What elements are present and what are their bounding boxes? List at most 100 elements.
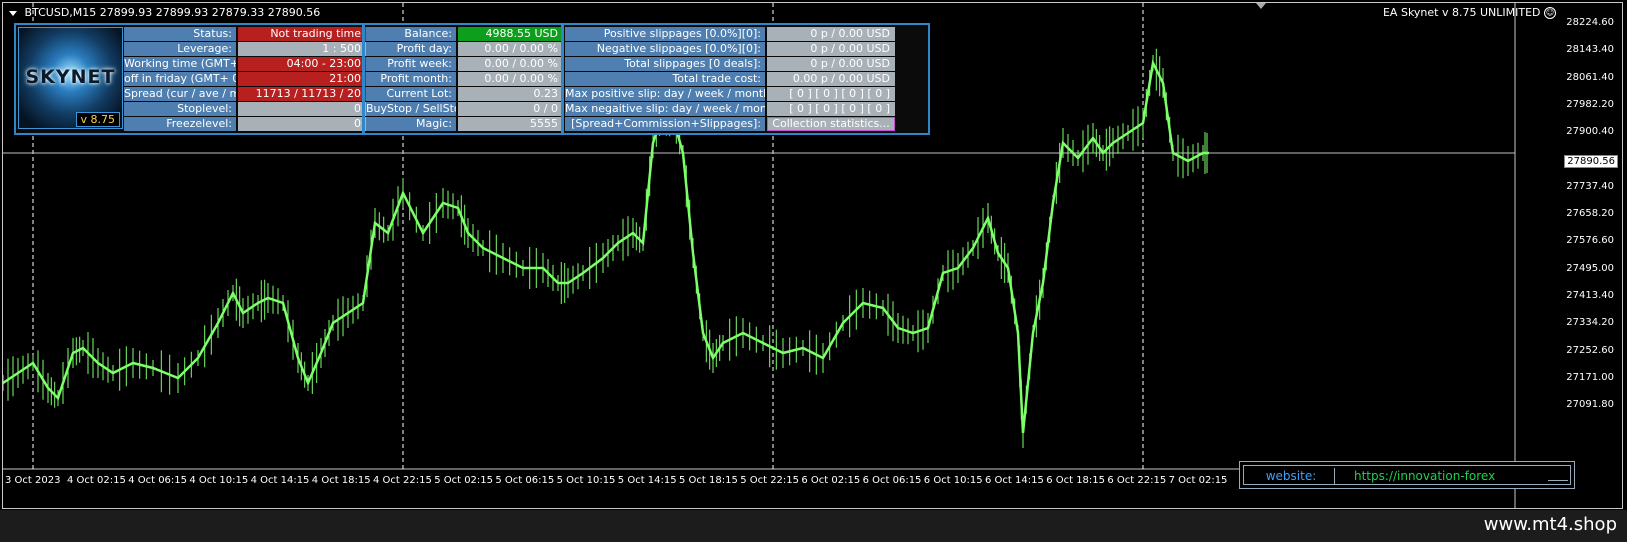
price-tick-label: 27737.40	[1566, 180, 1614, 192]
panel-column-account: Balance: 4988.55 USD Profit day: 0.00 / 0.0…	[366, 27, 563, 132]
panel-column-status: Status: Not trading time Leverage: 1 : 500 W…	[124, 27, 366, 132]
time-tick-label: 4 Oct 10:15	[189, 475, 249, 486]
panel-row-value: [ 0 ] [ 0 ] [ 0 ] [ 0 ]	[767, 87, 895, 101]
price-tick-label: 27900.40	[1566, 126, 1614, 138]
price-tick-label: 28143.40	[1566, 44, 1614, 56]
panel-divider	[561, 25, 564, 133]
website-label: website:	[1248, 468, 1335, 484]
panel-row-label: BuyStop / SellStop:	[366, 102, 456, 116]
panel-row-value: 0.00 / 0.00 %	[458, 72, 563, 86]
price-tick-label: 27576.60	[1566, 235, 1614, 247]
price-tick-label: 27171.00	[1566, 371, 1614, 383]
panel-divider	[362, 25, 365, 133]
panel-row: Profit day: 0.00 / 0.00 %	[366, 42, 563, 56]
time-tick-label: 4 Oct 14:15	[250, 475, 310, 486]
panel-row: Leverage: 1 : 500	[124, 42, 366, 56]
panel-row: Max positive slip: day / week / month / …	[565, 87, 895, 101]
ea-title: EA Skynet v 8.75 UNLIMITED ☺	[1383, 6, 1556, 19]
time-tick-label: 5 Oct 06:15	[495, 475, 555, 486]
website-url[interactable]: https://innovation-forex	[1354, 468, 1495, 484]
panel-row-label: Max positive slip: day / week / month / …	[565, 87, 765, 101]
panel-row-value: 0.00 / 0.00 %	[458, 57, 563, 71]
price-tick-label: 27334.20	[1566, 317, 1614, 329]
ohlc-label: 27899.93 27899.93 27879.33 27890.56	[99, 6, 321, 19]
price-tick-label: 28224.60	[1566, 17, 1614, 28]
price-tick-label: 27252.60	[1566, 344, 1614, 356]
ea-title-text: EA Skynet v 8.75 UNLIMITED	[1382, 6, 1541, 19]
panel-row-label: Negative slippages [0.0%][0]:	[565, 42, 765, 56]
panel-row: Total trade cost: 0.00 p / 0.00 USD	[565, 72, 895, 86]
website-box: website: https://innovation-forex	[1239, 461, 1575, 489]
logo-text: SKYNET	[25, 66, 116, 88]
time-tick-label: 7 Oct 02:15	[1168, 475, 1228, 486]
panel-row-value: 21:00	[238, 72, 366, 86]
panel-row-value: 0 p / 0.00 USD	[767, 27, 895, 41]
panel-row: Positive slippages [0.0%][0]: 0 p / 0.00 …	[565, 27, 895, 41]
time-tick-label: 4 Oct 22:15	[373, 475, 432, 486]
panel-row: Spread (cur / ave / max):11713 / 11713 /…	[124, 87, 366, 101]
panel-row: BuyStop / SellStop:0 / 0	[366, 102, 563, 116]
symbol-label: BTCUSD,M15	[24, 6, 97, 19]
time-tick-label: 5 Oct 18:15	[679, 475, 738, 486]
panel-row-value: 1 : 500	[238, 42, 366, 56]
panel-row-label: Total slippages [0 deals]:	[565, 57, 765, 71]
panel-row-label: Max negaitive slip: day / week / month /…	[565, 102, 765, 116]
time-tick-label: 4 Oct 06:15	[128, 475, 188, 486]
panel-row-label: [Spread+Commission+Slippages]:	[565, 117, 765, 131]
price-tick-label: 28061.40	[1566, 71, 1614, 83]
panel-row-label: Status:	[124, 27, 236, 41]
time-tick-label: 5 Oct 14:15	[617, 475, 677, 486]
panel-row-label: Stoplevel:	[124, 102, 236, 116]
panel-row: Status: Not trading time	[124, 27, 366, 41]
panel-row-label: Freezelevel:	[124, 117, 236, 131]
panel-row-value: 04:00 - 23:00	[238, 57, 366, 71]
time-tick-label: 3 Oct 2023	[5, 475, 61, 486]
panel-row-value: 0.23	[458, 87, 563, 101]
panel-row-value: 0	[238, 117, 366, 131]
smiley-icon[interactable]: ☺	[1544, 7, 1556, 19]
time-tick-label: 5 Oct 10:15	[556, 475, 616, 486]
skynet-logo: SKYNET v 8.75	[18, 27, 123, 129]
panel-row-value: 4988.55 USD	[458, 27, 563, 41]
collection-statistics-button[interactable]: Collection statistics...	[767, 117, 895, 131]
panel-row-value: Not trading time	[238, 27, 366, 41]
panel-row: [Spread+Commission+Slippages]: Collection…	[565, 117, 895, 131]
time-tick-label: 6 Oct 14:15	[985, 475, 1044, 486]
panel-row: Magic: 5555	[366, 117, 563, 131]
ea-info-panel: SKYNET v 8.75 Status: Not trading time Lev…	[14, 23, 930, 135]
collapse-arrow-icon[interactable]	[9, 10, 17, 16]
price-tick-label: 27413.40	[1566, 290, 1614, 301]
panel-row-label: Profit day:	[366, 42, 456, 56]
time-tick-label: 6 Oct 06:15	[862, 475, 922, 486]
chart-window[interactable]: BTCUSD,M15 27899.93 27899.93 27879.33 27…	[2, 2, 1623, 509]
website-inner: website: https://innovation-forex	[1243, 465, 1571, 485]
panel-row: Working time (GMT+ 0 ):04:00 - 23:00	[124, 57, 366, 71]
panel-row: Current Lot: 0.23	[366, 87, 563, 101]
time-tick-label: 6 Oct 02:15	[801, 475, 861, 486]
footer-brand: www.mt4.shop	[1483, 514, 1617, 535]
panel-row: off in friday (GMT+ 0 ):21:00	[124, 72, 366, 86]
panel-row: Profit week: 0.00 / 0.00 %	[366, 57, 563, 71]
panel-row-value: 0.00 p / 0.00 USD	[767, 72, 895, 86]
time-tick-label: 5 Oct 02:15	[434, 475, 494, 486]
website-underline	[1548, 480, 1568, 481]
panel-row: Balance: 4988.55 USD	[366, 27, 563, 41]
time-tick-label: 4 Oct 18:15	[311, 475, 371, 486]
panel-row: Negative slippages [0.0%][0]: 0 p / 0.00 …	[565, 42, 895, 56]
panel-row-label: off in friday (GMT+ 0 ):	[124, 72, 236, 86]
panel-row-value: 11713 / 11713 / 20	[238, 87, 366, 101]
panel-row-label: Working time (GMT+ 0 ):	[124, 57, 236, 71]
panel-column-slippage: Positive slippages [0.0%][0]: 0 p / 0.00 …	[565, 27, 895, 132]
panel-row-label: Positive slippages [0.0%][0]:	[565, 27, 765, 41]
time-tick-label: 5 Oct 22:15	[740, 475, 800, 486]
panel-row-label: Profit month:	[366, 72, 456, 86]
panel-row-value: 0 p / 0.00 USD	[767, 42, 895, 56]
panel-row: Total slippages [0 deals]: 0 p / 0.00 USD	[565, 57, 895, 71]
panel-row: Stoplevel: 0	[124, 102, 366, 116]
shift-marker-icon[interactable]	[1256, 3, 1266, 9]
footer-bar: www.mt4.shop	[0, 510, 1627, 542]
time-tick-label: 6 Oct 10:15	[923, 475, 983, 486]
price-tick-label: 27658.20	[1566, 208, 1614, 220]
panel-row: Profit month: 0.00 / 0.00 %	[366, 72, 563, 86]
panel-row-value: 0 p / 0.00 USD	[767, 57, 895, 71]
